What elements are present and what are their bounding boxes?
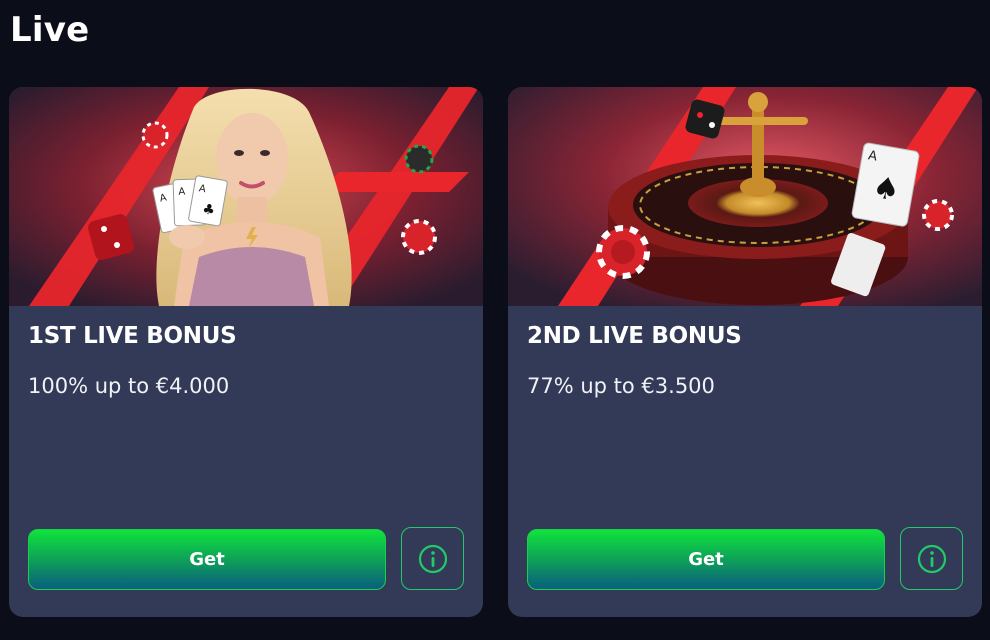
bonus-description: 100% up to €4.000 (28, 374, 230, 398)
get-bonus-button[interactable]: Get (527, 529, 885, 590)
info-icon (917, 544, 946, 573)
info-button[interactable] (900, 527, 963, 590)
svg-text:A: A (178, 186, 185, 197)
info-button[interactable] (401, 527, 464, 590)
bonus-title: 1ST LIVE BONUS (28, 323, 237, 349)
bonus-title: 2ND LIVE BONUS (527, 323, 742, 349)
bonus-card-2: A ♠ 2ND LIVE BONUS 77% up to €3.500 Get (508, 87, 982, 617)
roulette-wheel-promo-image: A ♠ (508, 87, 982, 306)
info-icon (418, 544, 447, 573)
bonus-card-1: A A A ♣ 1ST LIVE BONUS 100% up to €4.000… (9, 87, 483, 617)
bonus-description: 77% up to €3.500 (527, 374, 715, 398)
section-title: Live (10, 10, 90, 50)
live-dealer-promo-image: A A A ♣ (9, 87, 483, 306)
get-bonus-button[interactable]: Get (28, 529, 386, 590)
live-bonuses-page: Live A A A ♣ 1ST LIVE BONUS 100% up to €… (0, 0, 990, 640)
